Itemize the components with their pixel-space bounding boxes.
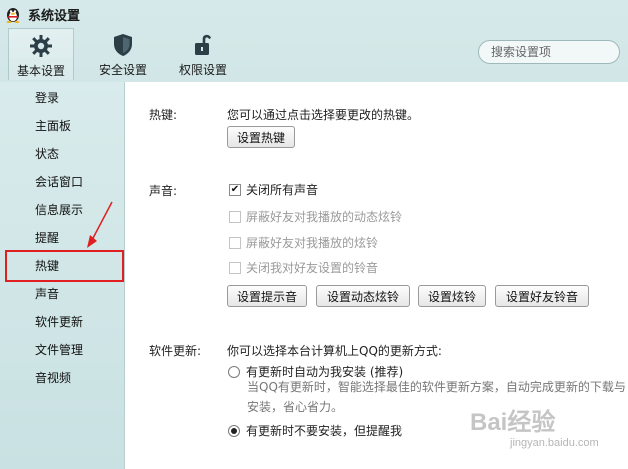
watermark-logo-text: Bai经验 (470, 409, 556, 436)
tab-security-settings-label: 安全设置 (98, 63, 147, 77)
sidebar-item-audio-video[interactable]: 音视频 (0, 364, 124, 392)
block-ring-option[interactable]: 屏蔽好友对我播放的炫铃 (229, 234, 378, 251)
hotkey-description: 您可以通过点击选择要更改的热键。 (227, 108, 420, 122)
tab-permission-settings-label: 权限设置 (178, 63, 227, 77)
sidebar-item-chat-window[interactable]: 会话窗口 (0, 168, 124, 196)
title-bar: 系统设置 (0, 0, 628, 28)
tab-permission-settings[interactable]: 权限设置 (170, 28, 236, 80)
remind-only-option[interactable]: 有更新时不要安装，但提醒我 (228, 422, 402, 439)
gear-icon (30, 35, 52, 57)
remind-only-radio[interactable] (228, 424, 240, 437)
window-title: 系统设置 (28, 8, 81, 24)
sidebar-item-main-panel[interactable]: 主面板 (0, 112, 124, 140)
sidebar-item-file-management[interactable]: 文件管理 (0, 336, 124, 364)
hotkey-section-label: 热键: (149, 108, 178, 122)
baidu-jingyan-watermark: Bai经验 jingyan.baidu.com (470, 402, 620, 462)
unlock-icon (195, 34, 211, 55)
update-section-label: 软件更新: (149, 344, 202, 358)
set-friend-ringtone-button[interactable]: 设置好友铃音 (495, 285, 589, 307)
settings-window: 系统设置 基本设置 安全设置 权限设置 搜索设置项 登录 主面板 状态 会话窗口… (0, 0, 628, 469)
sidebar-item-login[interactable]: 登录 (0, 84, 124, 112)
watermark-url: jingyan.baidu.com (510, 437, 599, 449)
radio-selected-dot (231, 427, 237, 434)
block-ring-checkbox[interactable] (229, 236, 241, 249)
mute-friend-ringtone-checkbox[interactable] (229, 261, 241, 274)
qq-penguin-icon (6, 8, 20, 23)
set-dynamic-ring-button[interactable]: 设置动态炫铃 (316, 285, 410, 307)
sidebar-item-software-update[interactable]: 软件更新 (0, 308, 124, 336)
sidebar: 登录 主面板 状态 会话窗口 信息展示 提醒 热键 声音 软件更新 文件管理 音… (0, 82, 124, 469)
sidebar-item-status[interactable]: 状态 (0, 140, 124, 168)
mute-all-sounds-checkbox[interactable]: ✔ (229, 183, 241, 196)
search-box (478, 40, 620, 64)
update-description: 你可以选择本台计算机上QQ的更新方式: (227, 344, 442, 358)
auto-install-radio[interactable] (228, 365, 240, 378)
set-ring-button[interactable]: 设置炫铃 (418, 285, 486, 307)
mute-all-sounds-option[interactable]: ✔ 关闭所有声音 (229, 181, 318, 198)
mute-all-sounds-label: 关闭所有声音 (246, 183, 319, 197)
sidebar-item-sound[interactable]: 声音 (0, 280, 124, 308)
tab-basic-settings-label: 基本设置 (16, 64, 65, 78)
search-input[interactable] (491, 45, 609, 59)
tab-basic-settings[interactable]: 基本设置 (8, 28, 74, 80)
sound-section-label: 声音: (149, 184, 178, 198)
toolbar: 基本设置 安全设置 权限设置 (0, 28, 628, 82)
set-notification-sound-button[interactable]: 设置提示音 (227, 285, 307, 307)
mute-friend-ringtone-option[interactable]: 关闭我对好友设置的铃音 (229, 259, 378, 276)
red-arrow-annotation (87, 201, 113, 248)
block-dynamic-ring-label: 屏蔽好友对我播放的动态炫铃 (246, 210, 403, 224)
block-dynamic-ring-checkbox[interactable] (229, 210, 241, 223)
hotkey-highlight-box (5, 250, 124, 282)
block-dynamic-ring-option[interactable]: 屏蔽好友对我播放的动态炫铃 (229, 208, 402, 225)
mute-friend-ringtone-label: 关闭我对好友设置的铃音 (246, 261, 379, 275)
remind-only-label: 有更新时不要安装，但提醒我 (246, 424, 403, 438)
tab-security-settings[interactable]: 安全设置 (90, 28, 156, 80)
block-ring-label: 屏蔽好友对我播放的炫铃 (246, 236, 379, 250)
set-hotkey-button[interactable]: 设置热键 (227, 126, 295, 148)
shield-icon (114, 34, 132, 56)
